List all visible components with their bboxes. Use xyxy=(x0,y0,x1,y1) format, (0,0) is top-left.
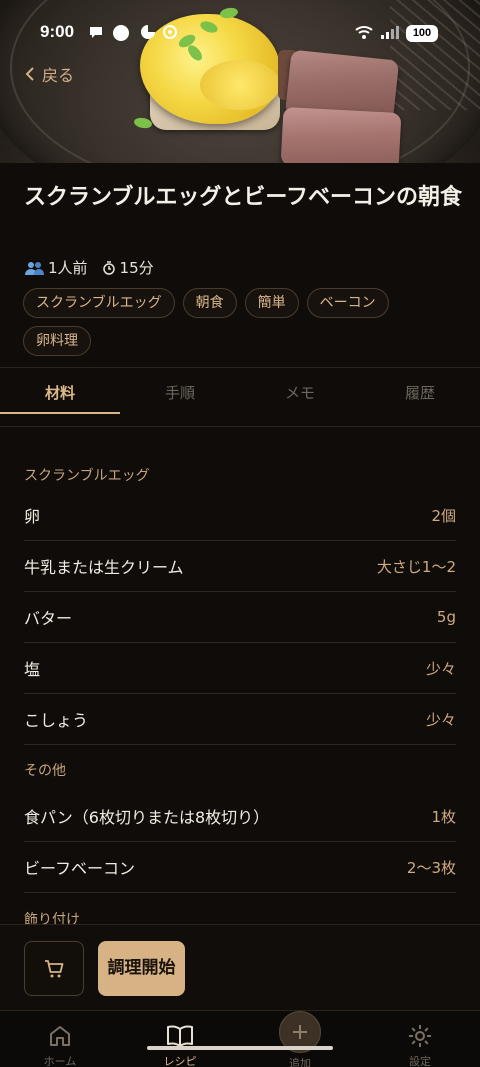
back-label: 戻る xyxy=(42,66,75,85)
people-icon xyxy=(25,261,44,275)
section-title: その他 xyxy=(24,763,66,779)
ingredient-name: 卵 xyxy=(24,507,41,526)
ingredient-qty: 少々 xyxy=(425,710,456,729)
nav-item-settings[interactable]: 設定 xyxy=(380,1023,460,1067)
status-time: 9:00 xyxy=(40,22,75,41)
recipe-title: スクランブルエッグとビーフベーコンの朝食 xyxy=(24,185,463,210)
ingredient-row: ビーフベーコン 2〜3枚 xyxy=(24,842,456,893)
home-icon xyxy=(50,1026,70,1046)
plus-icon xyxy=(293,1025,307,1039)
ingredient-qty: 2個 xyxy=(431,506,456,525)
tag-chip[interactable]: 卵料理 xyxy=(23,326,91,356)
nav-item-home[interactable]: ホーム xyxy=(20,1023,100,1067)
tab-steps[interactable]: 手順 xyxy=(120,368,240,426)
ingredient-qty: 大さじ1〜2 xyxy=(376,557,456,576)
tab-memo[interactable]: メモ xyxy=(240,368,360,426)
section-title: スクランブルエッグ xyxy=(24,468,150,484)
ingredient-qty: 5g xyxy=(436,608,456,626)
ingredient-name: こしょう xyxy=(24,711,89,730)
signal-icon xyxy=(380,24,400,44)
nav-item-add[interactable]: 追加 xyxy=(260,1011,340,1067)
gear-icon xyxy=(409,1025,431,1047)
servings: 1人前 xyxy=(48,259,88,277)
ingredient-name: 牛乳または生クリーム xyxy=(24,558,184,577)
notification-icon xyxy=(162,24,178,44)
ingredient-list: スクランブルエッグ 卵 2個 牛乳または生クリーム 大さじ1〜2 バター 5g … xyxy=(24,450,456,939)
home-indicator xyxy=(147,1046,333,1050)
tag-list: スクランブルエッグ 朝食 簡単 ベーコン 卵料理 xyxy=(23,288,463,356)
wifi-icon xyxy=(354,24,374,44)
beef-bacon xyxy=(280,106,402,163)
ingredient-row: 卵 2個 xyxy=(24,490,456,541)
cart-icon xyxy=(45,959,64,977)
add-to-cart-button[interactable] xyxy=(24,941,84,996)
tab-ingredients[interactable]: 材料 xyxy=(0,368,120,426)
action-bar: 調理開始 xyxy=(0,924,480,1010)
nav-label: 設定 xyxy=(409,1055,431,1067)
ingredient-row: 牛乳または生クリーム 大さじ1〜2 xyxy=(24,541,456,592)
ingredient-row: バター 5g xyxy=(24,592,456,643)
tag-chip[interactable]: 朝食 xyxy=(182,288,237,318)
ingredient-qty: 少々 xyxy=(425,659,456,678)
ingredient-qty: 1枚 xyxy=(431,807,456,826)
nav-label: 追加 xyxy=(289,1057,311,1067)
nav-label: レシピ xyxy=(163,1055,197,1067)
ingredient-row: 塩 少々 xyxy=(24,643,456,694)
status-bar: 9:00 100 xyxy=(0,0,480,52)
tab-history[interactable]: 履歴 xyxy=(360,368,480,426)
tag-chip[interactable]: ベーコン xyxy=(306,288,389,318)
battery-indicator: 100 xyxy=(406,25,438,42)
cook-time: 15分 xyxy=(119,259,154,277)
recipe-meta: 1人前 15分 xyxy=(24,257,154,278)
ingredient-row: 食パン（6枚切りまたは8枚切り） 1枚 xyxy=(24,791,456,842)
start-cooking-button[interactable]: 調理開始 xyxy=(98,941,185,996)
back-button[interactable]: 戻る xyxy=(24,62,74,86)
tag-chip[interactable]: スクランブルエッグ xyxy=(23,288,175,318)
ingredient-qty: 2〜3枚 xyxy=(406,858,456,877)
message-icon xyxy=(88,24,104,44)
notification-icon xyxy=(140,24,156,44)
recipe-tabs: 材料 手順 メモ 履歴 xyxy=(0,367,480,427)
notification-icon xyxy=(112,24,130,46)
ingredient-row: こしょう 少々 xyxy=(24,694,456,745)
ingredient-name: ビーフベーコン xyxy=(24,859,136,878)
recipe-hero-image: 9:00 100 戻る xyxy=(0,0,480,163)
ingredient-name: バター xyxy=(24,609,73,628)
chevron-left-icon xyxy=(25,67,34,81)
timer-icon xyxy=(102,260,115,275)
nav-item-recipes[interactable]: レシピ xyxy=(140,1023,220,1067)
bottom-nav: ホーム レシピ 追加 設定 xyxy=(0,1010,480,1067)
tag-chip[interactable]: 簡単 xyxy=(244,288,299,318)
ingredient-name: 塩 xyxy=(24,660,41,679)
nav-label: ホーム xyxy=(43,1055,77,1067)
ingredient-name: 食パン（6枚切りまたは8枚切り） xyxy=(24,808,270,827)
